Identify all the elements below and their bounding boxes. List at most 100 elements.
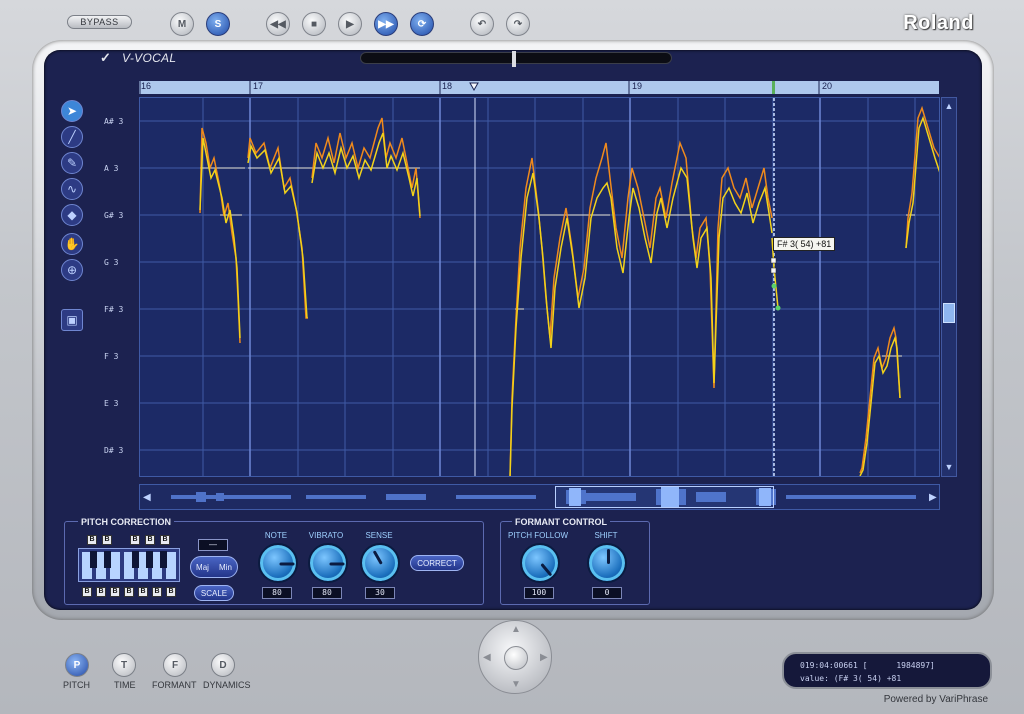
undo-button[interactable]: ↶ (470, 12, 494, 36)
nav-center-button[interactable] (504, 646, 528, 670)
pitch-correction-title: PITCH CORRECTION (78, 517, 174, 527)
tool-vibrato[interactable]: ∿ (61, 178, 83, 200)
key-toggle[interactable]: B (82, 587, 92, 597)
key-toggle[interactable]: B (145, 535, 155, 545)
tab-pitch[interactable]: P (65, 653, 89, 677)
scroll-down-icon[interactable]: ▼ (944, 462, 954, 472)
scale-button[interactable]: SCALE (194, 585, 234, 601)
pitch-follow-value: 100 (524, 587, 554, 599)
play-button[interactable]: ▶ (338, 12, 362, 36)
pitch-follow-label: PITCH FOLLOW (508, 531, 569, 540)
min-label: Min (219, 562, 232, 572)
key-toggle[interactable]: B (138, 587, 148, 597)
overview-window[interactable] (555, 486, 774, 508)
pitch-curves (199, 105, 939, 476)
bypass-button[interactable]: BYPASS (67, 15, 132, 29)
ruler-ticks (139, 81, 820, 94)
fast-forward-button[interactable]: ▶▶ (374, 12, 398, 36)
navigation-pad[interactable]: ▲ ▼ ◀ ▶ (478, 620, 552, 694)
brand-logo: Roland (903, 12, 974, 34)
maj-label: Maj (196, 562, 209, 572)
fast-forward-icon: ▶▶ (378, 18, 394, 30)
sense-knob-label: SENSE (365, 531, 393, 540)
stop-icon: ■ (310, 18, 318, 30)
key-toggle[interactable]: B (130, 535, 140, 545)
nav-right-icon[interactable]: ▶ (540, 652, 548, 663)
line-icon: ╱ (68, 130, 76, 144)
snapshot-icon: ▣ (66, 313, 78, 327)
scale-keyboard[interactable] (78, 548, 180, 582)
key-toggle[interactable]: B (166, 587, 176, 597)
vertical-scrollbar[interactable]: ▲ ▼ (941, 97, 957, 477)
tool-hand[interactable]: ✋ (61, 233, 83, 255)
note-value: 80 (262, 587, 292, 599)
position-bar[interactable] (360, 51, 672, 67)
rewind-button[interactable]: ◀◀ (266, 12, 290, 36)
vibrato-knob-label: VIBRATO (308, 531, 344, 540)
waveform-overview[interactable]: ◀ ▶ (139, 484, 940, 510)
position-readout: 019:04:00661 [ 1984897] value: (F# 3( 54… (782, 652, 992, 689)
tab-formant-letter: F (171, 659, 179, 671)
tool-line[interactable]: ╱ (61, 126, 83, 148)
play-icon: ▶ (346, 18, 354, 30)
mute-button[interactable]: M (170, 12, 194, 36)
tab-time[interactable]: T (112, 653, 136, 677)
pitch-label: E 3 (104, 399, 119, 408)
scroll-thumb[interactable] (943, 303, 955, 323)
pitch-follow-knob[interactable] (520, 543, 560, 583)
key-toggle[interactable]: B (96, 587, 106, 597)
key-toggle[interactable]: B (102, 535, 112, 545)
overview-left-icon[interactable]: ◀ (143, 492, 151, 503)
nav-down-icon[interactable]: ▼ (511, 679, 521, 690)
pitch-graph (140, 98, 939, 476)
tool-pointer[interactable]: ➤ (61, 100, 83, 122)
redo-button[interactable]: ↷ (506, 12, 530, 36)
correct-button[interactable]: CORRECT (410, 555, 464, 571)
correct-label: CORRECT (417, 558, 457, 568)
tool-pencil[interactable]: ✎ (61, 152, 83, 174)
loop-button[interactable]: ⟳ (410, 12, 434, 36)
shift-knob[interactable] (587, 543, 627, 583)
nav-left-icon[interactable]: ◀ (483, 652, 491, 663)
tool-eraser[interactable]: ◆ (61, 204, 83, 226)
pitch-editor[interactable] (139, 97, 940, 477)
formant-control-title: FORMANT CONTROL (512, 517, 610, 527)
pitch-label: A 3 (104, 164, 119, 173)
vibrato-value: 80 (312, 587, 342, 599)
sense-value: 30 (365, 587, 395, 599)
readout-line1: 019:04:00661 [ 1984897] (800, 661, 935, 670)
solo-label: S (214, 18, 222, 30)
undo-icon: ↶ (477, 18, 487, 30)
key-toggle[interactable]: B (160, 535, 170, 545)
position-marker[interactable] (512, 51, 516, 67)
tab-formant[interactable]: F (163, 653, 187, 677)
v-vocal-logo-icon: ✓ (100, 50, 111, 65)
key-toggle[interactable]: B (110, 587, 120, 597)
pitch-label: G# 3 (104, 211, 124, 220)
cursor-marker (772, 81, 775, 94)
note-knob[interactable] (258, 543, 298, 583)
sense-knob[interactable] (360, 543, 400, 583)
scroll-up-icon[interactable]: ▲ (944, 101, 954, 111)
tool-snapshot[interactable]: ▣ (61, 309, 83, 331)
loop-icon: ⟳ (417, 18, 427, 30)
tab-dynamics-letter: D (219, 659, 227, 671)
stop-button[interactable]: ■ (302, 12, 326, 36)
rewind-icon: ◀◀ (270, 18, 286, 30)
timeline-ruler[interactable]: 16 17 18 19 20 (139, 81, 939, 94)
shift-value: 0 (592, 587, 622, 599)
maj-min-toggle[interactable]: Maj Min (190, 556, 238, 578)
key-toggle[interactable]: B (152, 587, 162, 597)
tab-dynamics[interactable]: D (211, 653, 235, 677)
vibrato-knob[interactable] (308, 543, 348, 583)
key-toggle[interactable]: B (124, 587, 134, 597)
bypass-label: BYPASS (80, 17, 119, 27)
pitch-label: F# 3 (104, 305, 124, 314)
redo-icon: ↷ (513, 18, 523, 30)
tab-formant-label: FORMANT (152, 680, 197, 690)
key-toggle[interactable]: B (87, 535, 97, 545)
overview-right-icon[interactable]: ▶ (929, 492, 937, 503)
nav-up-icon[interactable]: ▲ (511, 624, 521, 635)
solo-button[interactable]: S (206, 12, 230, 36)
tool-zoom[interactable]: ⊕ (61, 259, 83, 281)
